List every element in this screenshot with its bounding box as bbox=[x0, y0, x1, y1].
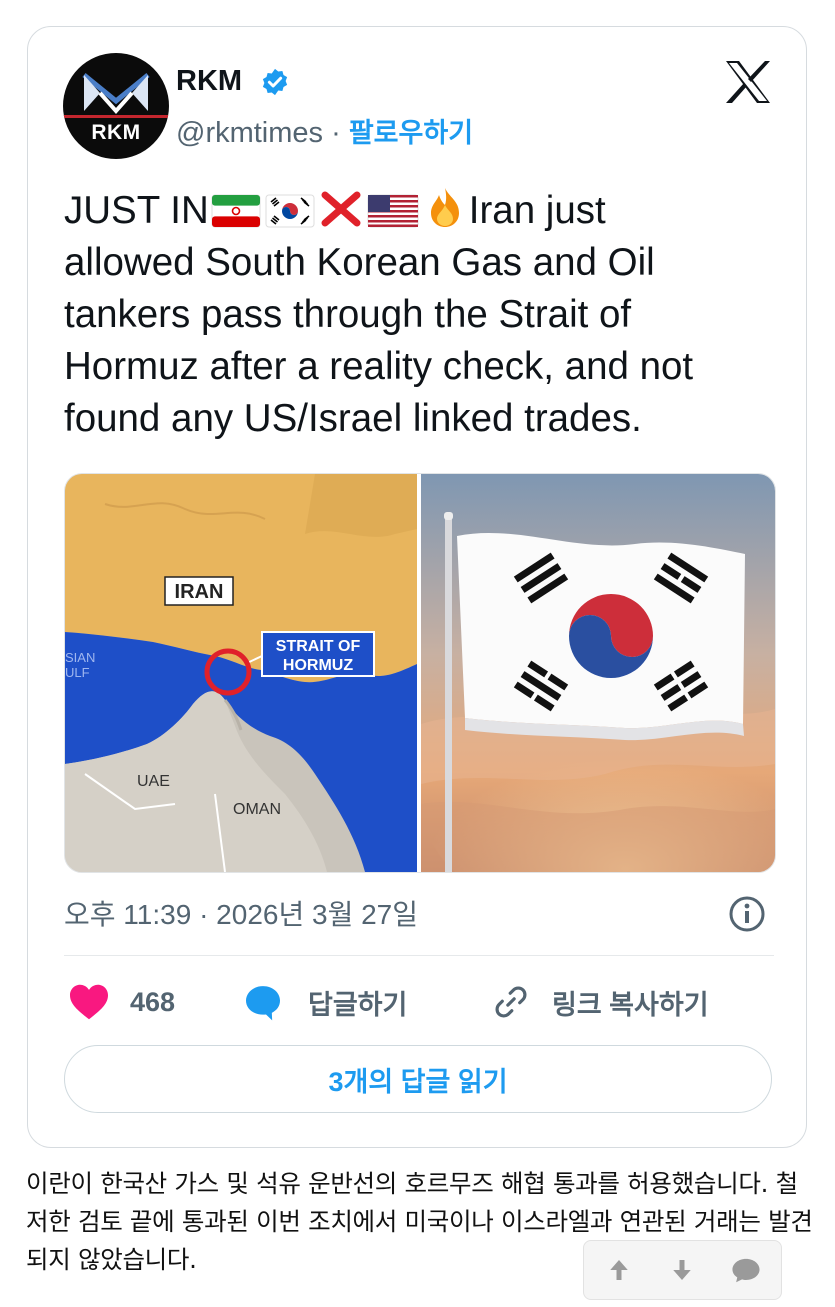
cross-mark-icon bbox=[321, 191, 361, 227]
tweet-text: JUST IN Iran just allowed South Korean Ga… bbox=[64, 185, 794, 445]
like-count: 468 bbox=[130, 986, 176, 1017]
avatar[interactable]: RKM bbox=[63, 53, 169, 159]
author-name[interactable]: RKM bbox=[176, 65, 242, 98]
map-label-uae: UAE bbox=[137, 773, 170, 790]
handle-row: @rkmtimes · 팔로우하기 bbox=[176, 111, 473, 150]
downvote-arrow-icon[interactable] bbox=[667, 1255, 697, 1285]
tweet-line1-tail: Iran just bbox=[468, 189, 606, 232]
map-label-gulf-1: SIAN bbox=[65, 650, 95, 665]
fire-icon bbox=[430, 188, 459, 227]
tweet-timestamp[interactable]: 오후 11:39 · 2026년 3월 27일 bbox=[64, 893, 418, 933]
tweet-card: RKM RKM @rkmtimes · 팔로우하기 JUST IN Iran ju… bbox=[27, 26, 807, 1148]
link-icon bbox=[495, 986, 527, 1018]
map-label-strait-1: STRAIT OF bbox=[276, 638, 361, 655]
upvote-arrow-icon[interactable] bbox=[604, 1255, 634, 1285]
map-label-oman: OMAN bbox=[233, 801, 281, 818]
us-flag-icon bbox=[367, 194, 419, 228]
flag-pole bbox=[445, 516, 452, 872]
map-label-iran: IRAN bbox=[175, 581, 224, 603]
reply-button[interactable]: 답글하기 bbox=[242, 977, 407, 1027]
comment-bubble-icon[interactable] bbox=[730, 1255, 762, 1285]
iran-flag-icon bbox=[211, 194, 261, 228]
read-replies-button[interactable]: 3개의 답글 읽기 bbox=[64, 1045, 772, 1113]
tweet-media[interactable]: IRAN STRAIT OF HORMUZ SIAN ULF UAE OMAN bbox=[64, 473, 776, 873]
action-bar: 468 답글하기 링크 복사하기 bbox=[64, 977, 774, 1027]
tweet-lead: JUST IN bbox=[64, 189, 209, 232]
reply-bubble-icon bbox=[246, 986, 280, 1021]
copy-link-button[interactable]: 링크 복사하기 bbox=[492, 977, 709, 1027]
avatar-text: RKM bbox=[91, 121, 141, 144]
divider bbox=[64, 955, 774, 956]
x-logo-icon[interactable] bbox=[724, 59, 772, 105]
map-label-strait-2: HORMUZ bbox=[283, 657, 353, 674]
rkm-logo-icon bbox=[82, 73, 150, 115]
reply-label: 답글하기 bbox=[308, 989, 408, 1020]
copy-link-label: 링크 복사하기 bbox=[552, 989, 709, 1020]
info-icon[interactable] bbox=[728, 895, 766, 933]
separator-dot: · bbox=[331, 117, 341, 149]
author-handle[interactable]: @rkmtimes bbox=[176, 117, 323, 149]
media-image: IRAN STRAIT OF HORMUZ SIAN ULF UAE OMAN bbox=[65, 474, 775, 872]
verified-badge-icon bbox=[262, 68, 288, 96]
tweet-body: allowed South Korean Gas and Oil tankers… bbox=[64, 241, 694, 440]
vote-box bbox=[583, 1240, 782, 1300]
like-button[interactable]: 468 bbox=[68, 977, 175, 1027]
follow-button[interactable]: 팔로우하기 bbox=[349, 118, 473, 148]
south-korea-flag-icon bbox=[265, 194, 315, 228]
map-label-gulf-2: ULF bbox=[65, 665, 90, 680]
heart-icon bbox=[70, 984, 108, 1020]
